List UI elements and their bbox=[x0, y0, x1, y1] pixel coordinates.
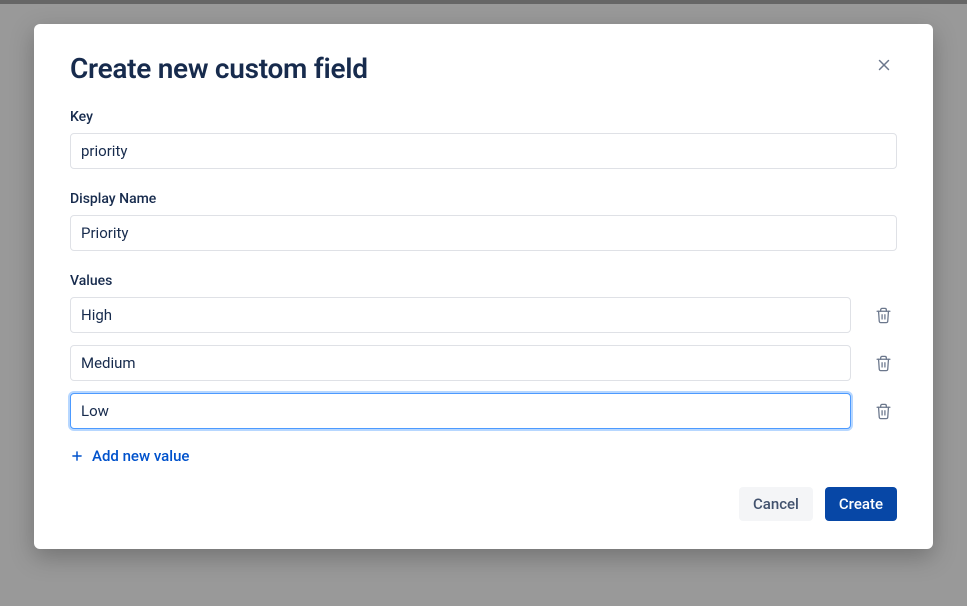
modal-footer: Cancel Create bbox=[70, 487, 897, 521]
trash-icon bbox=[875, 307, 892, 324]
value-row bbox=[70, 393, 897, 429]
value-row bbox=[70, 345, 897, 381]
backdrop-bar bbox=[0, 0, 967, 4]
delete-value-button[interactable] bbox=[869, 351, 897, 376]
value-row bbox=[70, 297, 897, 333]
create-custom-field-modal: Create new custom field Key Display Name… bbox=[34, 24, 933, 549]
trash-icon bbox=[875, 355, 892, 372]
modal-header: Create new custom field bbox=[70, 52, 897, 85]
cancel-button[interactable]: Cancel bbox=[739, 487, 813, 521]
key-field-group: Key bbox=[70, 109, 897, 169]
add-value-label: Add new value bbox=[92, 447, 189, 465]
display-name-input[interactable] bbox=[70, 215, 897, 251]
display-name-label: Display Name bbox=[70, 191, 897, 207]
delete-value-button[interactable] bbox=[869, 399, 897, 424]
close-icon bbox=[875, 56, 893, 74]
add-value-button[interactable]: Add new value bbox=[70, 443, 189, 469]
values-label: Values bbox=[70, 273, 897, 289]
values-field-group: Values Add new value bbox=[70, 273, 897, 469]
values-list bbox=[70, 297, 897, 429]
value-input[interactable] bbox=[70, 297, 851, 333]
modal-title: Create new custom field bbox=[70, 52, 368, 85]
close-button[interactable] bbox=[871, 52, 897, 78]
plus-icon bbox=[70, 449, 84, 463]
value-input[interactable] bbox=[70, 393, 851, 429]
key-input[interactable] bbox=[70, 133, 897, 169]
trash-icon bbox=[875, 403, 892, 420]
value-input[interactable] bbox=[70, 345, 851, 381]
create-button[interactable]: Create bbox=[825, 487, 897, 521]
delete-value-button[interactable] bbox=[869, 303, 897, 328]
display-name-field-group: Display Name bbox=[70, 191, 897, 251]
key-label: Key bbox=[70, 109, 897, 125]
